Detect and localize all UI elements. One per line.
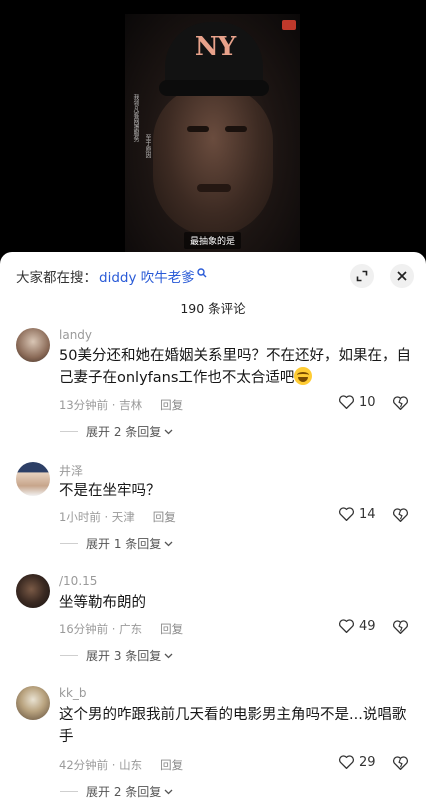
person-face [153,86,273,236]
comment-text: 坐等勒布朗的 [59,595,146,611]
search-term-link[interactable]: diddy 吹牛老爹 [99,266,195,286]
expand-replies-button[interactable]: 展开 1 条回复 [60,535,173,552]
comment-item: 井泽 不是在坐牢吗？ 1小时前 · 天津 回复 14 展开 1 条回复 [0,462,426,562]
avatar[interactable] [16,574,50,608]
chevron-down-icon [164,789,173,794]
close-button[interactable] [390,264,414,288]
laughing-emoji-icon [294,367,313,385]
left-eye [187,126,209,132]
expand-replies-button[interactable]: 展开 2 条回复 [60,783,173,800]
comment-item: landy 50美分还和她在婚姻关系里吗？不在还好，如果在，自己妻子在onlyf… [0,328,426,448]
like-count: 14 [359,506,376,522]
like-button[interactable]: 29 [338,754,376,770]
heart-icon [338,395,355,410]
comment-meta: 42分钟前 · 山东 回复 [59,757,183,773]
like-count: 10 [359,394,376,410]
expand-replies-button[interactable]: 展开 3 条回复 [60,647,173,664]
video-subtitle: 最抽象的是 [125,229,300,249]
expand-replies-label: 展开 3 条回复 [86,649,162,663]
like-count: 29 [359,754,376,770]
avatar[interactable] [16,328,50,362]
comment-username[interactable]: kk_b [59,686,87,700]
comment-item: /10.15 坐等勒布朗的 16分钟前 · 广东 回复 49 展开 3 条回复 [0,574,426,674]
divider-line [60,431,78,432]
comment-time-location: 16分钟前 · 广东 [59,622,143,636]
comment-meta: 13分钟前 · 吉林 回复 [59,397,183,413]
like-count: 49 [359,618,376,634]
divider-line [60,791,78,792]
comment-time-location: 42分钟前 · 山东 [59,758,143,772]
search-suggestion[interactable]: 大家都在搜： diddy 吹牛老爹 [16,264,207,288]
comment-time-location: 13分钟前 · 吉林 [59,398,143,412]
comment-item: kk_b 这个男的咋跟我前几天看的电影男主角吗不是...说唱歌手 42分钟前 ·… [0,686,426,800]
search-prefix: 大家都在搜： [16,270,97,286]
like-button[interactable]: 14 [338,506,376,522]
chevron-down-icon [164,653,173,658]
avatar[interactable] [16,686,50,720]
mouth [197,184,231,192]
video-frame[interactable]: NY 我领凡客网罩服务 至于原因 最抽象的是 [125,14,300,258]
reply-button[interactable]: 回复 [153,509,176,525]
expand-button[interactable] [350,264,374,288]
dislike-icon[interactable] [392,755,409,771]
expand-replies-label: 展开 2 条回复 [86,785,162,799]
comment-text: 这个男的咋跟我前几天看的电影男主角吗不是...说唱歌手 [59,707,407,745]
video-area[interactable]: NY 我领凡客网罩服务 至于原因 最抽象的是 [0,0,426,258]
comment-username[interactable]: 井泽 [59,462,83,479]
subtitle-text: 最抽象的是 [183,232,241,249]
red-badge [282,20,296,30]
search-icon [197,268,207,278]
comment-count: 190 条评论 [180,301,246,316]
dislike-icon[interactable] [392,395,409,411]
comment-text: 50美分还和她在婚姻关系里吗？不在还好，如果在，自己妻子在onlyfans工作也… [59,345,411,389]
avatar[interactable] [16,462,50,496]
cap-logo: NY [194,32,236,62]
dislike-icon[interactable] [392,507,409,523]
heart-icon [338,507,355,522]
dislike-icon[interactable] [392,619,409,635]
divider-line [60,543,78,544]
video-vertical-text-2: 至于原因 [144,134,151,158]
heart-icon [338,755,355,770]
heart-icon [338,619,355,634]
comment-text: 不是在坐牢吗？ [59,483,161,499]
chevron-down-icon [164,541,173,546]
comment-username[interactable]: landy [59,328,92,342]
chevron-down-icon [164,429,173,434]
like-button[interactable]: 49 [338,618,376,634]
expand-replies-label: 展开 1 条回复 [86,537,162,551]
reply-button[interactable]: 回复 [160,397,183,413]
comment-time-location: 1小时前 · 天津 [59,510,135,524]
like-button[interactable]: 10 [338,394,376,410]
expand-replies-button[interactable]: 展开 2 条回复 [60,423,173,440]
close-icon [397,271,407,281]
reply-button[interactable]: 回复 [160,621,183,637]
reply-button[interactable]: 回复 [160,757,183,773]
video-vertical-text: 我领凡客网罩服务 [132,94,139,142]
cap-brim [159,80,269,96]
right-eye [225,126,247,132]
expand-replies-label: 展开 2 条回复 [86,425,162,439]
expand-icon [356,270,368,282]
comment-panel: 大家都在搜： diddy 吹牛老爹 190 条评论 landy 50美分还和她在… [0,252,426,800]
divider-line [60,655,78,656]
comment-meta: 1小时前 · 天津 回复 [59,509,176,525]
comment-username[interactable]: /10.15 [59,574,97,588]
comment-meta: 16分钟前 · 广东 回复 [59,621,183,637]
comment-text-content: 50美分还和她在婚姻关系里吗？不在还好，如果在，自己妻子在onlyfans工作也… [59,348,411,386]
